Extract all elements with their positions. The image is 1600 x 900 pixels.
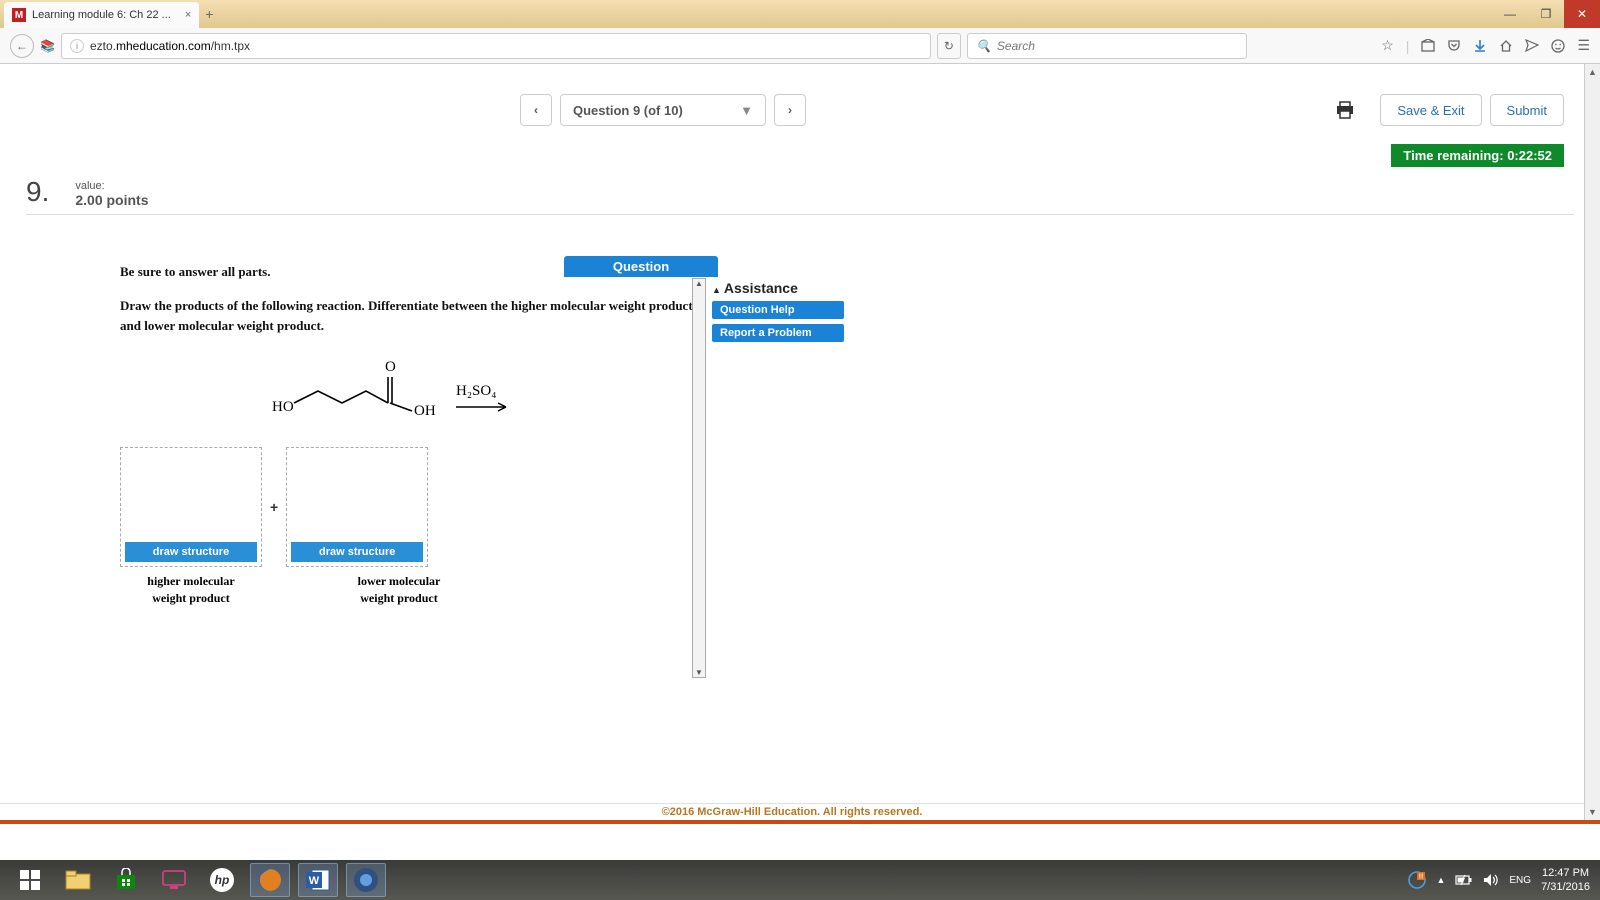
tab-favicon: M <box>12 8 26 22</box>
question-body: Question Be sure to answer all parts. Dr… <box>120 264 700 607</box>
library-icon[interactable] <box>1421 39 1435 53</box>
label-oh: OH <box>414 403 436 419</box>
prev-question-button[interactable]: ‹ <box>520 94 552 126</box>
draw-box-higher[interactable]: draw structure <box>120 447 262 567</box>
box2-label: lower molecularweight product <box>328 573 470 607</box>
url-bar[interactable]: i ezto.mheducation.com/hm.tpx <box>61 33 931 59</box>
clock[interactable]: 12:47 PM 7/31/2016 <box>1541 866 1590 895</box>
assistance-panel: ▲Assistance Question Help Report a Probl… <box>712 280 892 342</box>
collapse-icon: ▲ <box>712 285 721 295</box>
question-prompt: Draw the products of the following react… <box>120 296 700 335</box>
bookmark-star-icon[interactable]: ☆ <box>1381 37 1394 54</box>
clock-time: 12:47 PM <box>1541 866 1590 880</box>
search-bar[interactable]: 🔍 Search <box>967 33 1247 59</box>
close-window-button[interactable]: ✕ <box>1564 0 1600 28</box>
question-selector[interactable]: Question 9 (of 10) ▼ <box>560 94 766 126</box>
window-controls: — ❐ ✕ <box>1492 0 1600 28</box>
volume-icon[interactable] <box>1483 873 1499 887</box>
browser-tab[interactable]: M Learning module 6: Ch 22 ... × <box>4 2 199 28</box>
word-icon[interactable]: W <box>298 863 338 897</box>
plus-sign: + <box>270 499 278 515</box>
svg-text:hp: hp <box>215 873 230 887</box>
task-app-icon[interactable] <box>154 863 194 897</box>
smiley-icon[interactable] <box>1551 39 1565 53</box>
minimize-button[interactable]: — <box>1492 0 1528 28</box>
svg-text:W: W <box>309 875 320 887</box>
file-explorer-icon[interactable] <box>58 863 98 897</box>
draw-structure-button-lower[interactable]: draw structure <box>290 541 424 563</box>
lang-indicator[interactable]: ENG <box>1509 875 1531 886</box>
firefox-icon[interactable] <box>250 863 290 897</box>
readmode-icon[interactable]: 📚 <box>40 39 55 53</box>
menu-icon[interactable]: ☰ <box>1577 37 1590 54</box>
assistance-header[interactable]: ▲Assistance <box>712 280 892 296</box>
svg-text:!!: !! <box>1419 874 1424 881</box>
browser-toolbar: ← 📚 i ezto.mheducation.com/hm.tpx ↻ 🔍 Se… <box>0 28 1600 64</box>
tab-title: Learning module 6: Ch 22 ... <box>32 9 171 21</box>
search-placeholder: Search <box>997 39 1035 53</box>
label-o: O <box>385 359 396 375</box>
draw-box-lower[interactable]: draw structure <box>286 447 428 567</box>
label-ho: HO <box>272 399 294 415</box>
windows-taskbar: hp W !! ▲ ENG 12:47 PM 7/31/2016 <box>0 860 1600 900</box>
quiz-top-controls: ‹ Question 9 (of 10) ▼ › Save & Exit Sub… <box>0 90 1600 130</box>
question-header: 9. value: 2.00 points <box>26 176 1574 215</box>
save-exit-button[interactable]: Save & Exit <box>1380 94 1481 126</box>
inner-scroll-down-icon[interactable]: ▼ <box>695 668 703 677</box>
dropdown-icon: ▼ <box>740 103 753 118</box>
scroll-up-icon[interactable]: ▲ <box>1588 67 1597 77</box>
send-icon[interactable] <box>1525 39 1539 53</box>
start-button[interactable] <box>10 863 50 897</box>
new-tab-button[interactable]: + <box>205 6 213 22</box>
hp-icon[interactable]: hp <box>202 863 242 897</box>
app-icon[interactable] <box>346 863 386 897</box>
browser-tab-strip: M Learning module 6: Ch 22 ... × + — ❐ ✕ <box>0 0 1600 28</box>
home-icon[interactable] <box>1499 39 1513 53</box>
battery-icon[interactable] <box>1455 874 1473 886</box>
site-info-icon[interactable]: i <box>70 39 84 53</box>
question-tab[interactable]: Question <box>564 256 718 277</box>
points-value: 2.00 points <box>75 192 148 208</box>
inner-scroll-up-icon[interactable]: ▲ <box>695 279 703 288</box>
search-icon: 🔍 <box>976 39 991 53</box>
print-icon[interactable] <box>1334 100 1356 120</box>
pocket-icon[interactable] <box>1447 39 1461 53</box>
download-icon[interactable] <box>1473 39 1487 53</box>
timer: Time remaining: 0:22:52 <box>1391 144 1564 167</box>
question-help-button[interactable]: Question Help <box>712 301 844 319</box>
next-question-button[interactable]: › <box>774 94 806 126</box>
copyright-text: ©2016 McGraw-Hill Education. All rights … <box>0 803 1584 820</box>
url-text: ezto.mheducation.com/hm.tpx <box>90 39 250 53</box>
value-label: value: <box>75 180 148 192</box>
submit-button[interactable]: Submit <box>1490 94 1564 126</box>
tray-expand-icon[interactable]: ▲ <box>1436 875 1445 885</box>
close-tab-icon[interactable]: × <box>185 9 191 21</box>
question-selector-label: Question 9 (of 10) <box>573 103 683 118</box>
reload-button[interactable]: ↻ <box>937 33 961 59</box>
page-scrollbar[interactable]: ▲ ▼ <box>1584 64 1600 820</box>
clock-date: 7/31/2016 <box>1541 880 1590 894</box>
report-problem-button[interactable]: Report a Problem <box>712 324 844 342</box>
maximize-button[interactable]: ❐ <box>1528 0 1564 28</box>
molecule-diagram: HO O OH H₂SO₄ <box>160 355 700 435</box>
tray-notification-icon[interactable]: !! <box>1408 871 1426 889</box>
inner-scrollbar[interactable]: ▲ ▼ <box>692 278 706 678</box>
page-content: ▲ ▼ ‹ Question 9 (of 10) ▼ › Save & Exit… <box>0 64 1600 824</box>
box1-label: higher molecularweight product <box>120 573 262 607</box>
label-reagent: H₂SO₄ <box>456 383 496 399</box>
store-icon[interactable] <box>106 863 146 897</box>
back-button[interactable]: ← <box>10 34 34 58</box>
scroll-down-icon[interactable]: ▼ <box>1588 807 1597 817</box>
question-number: 9. <box>26 176 49 208</box>
draw-structure-button-higher[interactable]: draw structure <box>124 541 258 563</box>
